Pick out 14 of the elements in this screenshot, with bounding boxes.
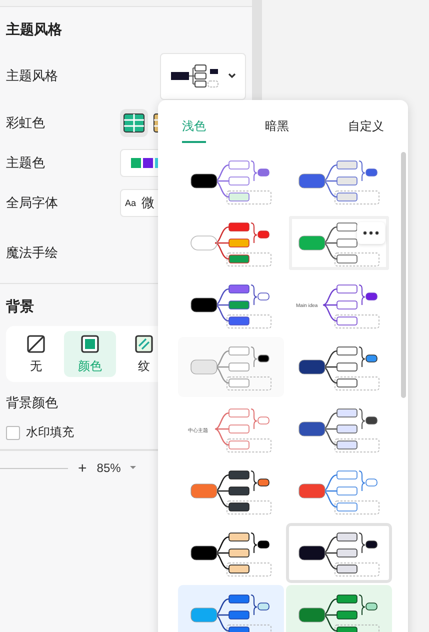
- zoom-select[interactable]: 85%: [96, 461, 121, 475]
- setting-label: 主题色: [6, 154, 46, 172]
- section-heading: 背景: [6, 298, 35, 316]
- setting-label: 魔法手绘: [6, 244, 59, 262]
- setting-label: 背景颜色: [6, 394, 59, 412]
- zoom-in-button[interactable]: +: [76, 460, 89, 476]
- section-heading: 主题风格: [6, 21, 63, 39]
- setting-label: 全局字体: [6, 194, 59, 212]
- setting-label: 主题风格: [6, 67, 59, 85]
- background-option[interactable]: 纹: [118, 331, 170, 377]
- theme-tab[interactable]: 暗黑: [265, 116, 289, 143]
- setting-label: 彩虹色: [6, 114, 46, 132]
- background-option[interactable]: 无: [10, 331, 62, 377]
- theme-tab[interactable]: 自定义: [348, 116, 384, 143]
